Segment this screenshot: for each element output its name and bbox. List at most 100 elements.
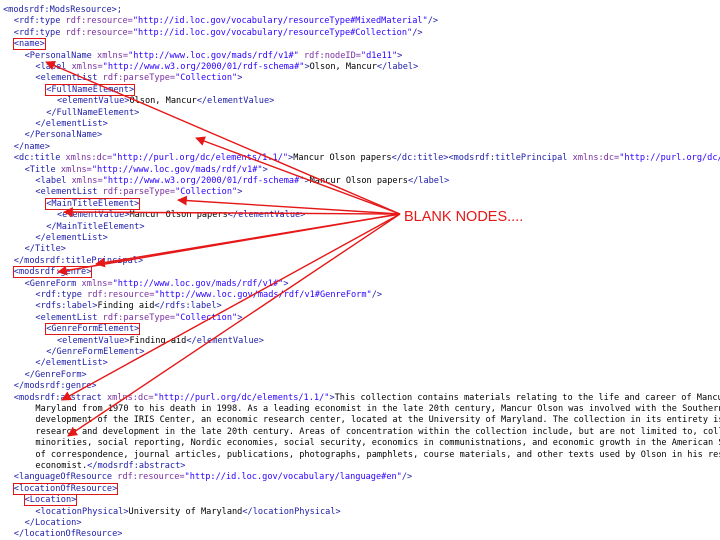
code-token: </label> bbox=[407, 176, 450, 186]
code-token: <locationPhysical> bbox=[35, 506, 129, 517]
code-token: rdf:nodeID= bbox=[298, 50, 361, 61]
code-token: </elementValue> bbox=[196, 96, 275, 107]
code-line: economist.</modsrdf:abstract> bbox=[35, 460, 185, 472]
code-token: > bbox=[397, 50, 403, 61]
code-line: </PersonalName> bbox=[25, 129, 103, 141]
code-token: /> bbox=[412, 27, 423, 38]
code-token: Maryland from 1970 to his death in 1998.… bbox=[35, 404, 720, 414]
code-token: </name> bbox=[13, 141, 51, 152]
code-token: <elementList bbox=[35, 73, 103, 84]
code-token: minorities, social reporting, Nordic eco… bbox=[35, 438, 720, 449]
code-line: </modsrdf:genre> bbox=[14, 380, 97, 392]
code-token: "d1e11" bbox=[360, 50, 398, 61]
code-line: </name> bbox=[14, 141, 50, 153]
code-line: <elementList rdf:parseType="Collection"> bbox=[35, 186, 242, 198]
code-token: Olson, Mancur bbox=[309, 62, 377, 72]
code-token: </modsrdf:abstract> bbox=[87, 461, 186, 471]
code-token: "http://id.loc.gov/vocabulary/language#e… bbox=[184, 472, 402, 483]
code-line: minorities, social reporting, Nordic eco… bbox=[35, 437, 720, 449]
code-token: <rdf:type bbox=[13, 16, 66, 27]
code-token: <elementList bbox=[35, 187, 103, 198]
code-token: "http://www.w3.org/2000/01/rdf-schema#" bbox=[102, 176, 305, 186]
code-token: <elementValue> bbox=[57, 210, 130, 221]
code-token: <rdf:type bbox=[35, 290, 88, 300]
code-token: <languageOfResource bbox=[13, 472, 118, 483]
code-token: "http://www.loc.gov/mads/rdf/v1#GenreFor… bbox=[154, 290, 372, 300]
code-token: rdf:resource= bbox=[117, 472, 185, 483]
code-token: <elementValue> bbox=[57, 96, 130, 107]
code-token: xmlns:dc= bbox=[65, 153, 113, 164]
code-token: "http://purl.org/dc/elements/1.1/" bbox=[619, 153, 720, 164]
code-token: <label bbox=[35, 176, 72, 186]
code-token: </modsrdf:titlePrincipal> bbox=[13, 255, 144, 266]
blank-nodes-annotation: BLANK NODES.... bbox=[404, 209, 524, 225]
code-line: </elementList> bbox=[35, 232, 107, 244]
code-token: <elementValue> bbox=[57, 335, 130, 346]
code-token: Mancur Olson papers bbox=[309, 176, 408, 186]
code-token: > bbox=[237, 187, 243, 198]
code-line: <elementList rdf:parseType="Collection"> bbox=[35, 312, 242, 324]
code-line: <elementValue>Finding aid</elementValue> bbox=[57, 335, 264, 347]
code-token: <elementList bbox=[35, 312, 103, 323]
code-line: <rdfs:label>Finding aid</rdfs:label> bbox=[35, 300, 221, 312]
code-line: </locationOfResource> bbox=[14, 528, 123, 540]
code-line: <rdf:type rdf:resource="http://id.loc.go… bbox=[14, 27, 423, 39]
code-token: <dc:title bbox=[13, 153, 66, 164]
code-line: <elementList rdf:parseType="Collection"> bbox=[35, 72, 242, 84]
code-line: <name> bbox=[12, 38, 46, 51]
code-line: </GenreForm> bbox=[25, 369, 87, 381]
code-token: xmlns:dc= bbox=[572, 153, 620, 164]
highlighted-node: <GenreFormElement> bbox=[45, 323, 141, 336]
code-token: rdf:parseType= bbox=[102, 73, 176, 84]
code-token: rdf:parseType= bbox=[102, 312, 176, 323]
code-line: <locationOfResource> bbox=[12, 482, 119, 495]
code-token: "Collection" bbox=[175, 312, 238, 323]
code-token: > bbox=[237, 73, 243, 84]
code-token: rdf:resource= bbox=[65, 16, 133, 27]
code-token: <rdfs:label> bbox=[35, 301, 98, 312]
code-line: <PersonalName xmlns="http://www.loc.gov/… bbox=[25, 50, 403, 62]
code-token: "http://www.w3.org/2000/01/rdf-schema#" bbox=[102, 62, 305, 72]
code-line: <elementValue>Mancur Olson papers</eleme… bbox=[57, 209, 305, 221]
code-line: <Title xmlns="http://www.loc.gov/mads/rd… bbox=[25, 164, 268, 176]
code-token: xmlns:dc= bbox=[106, 392, 154, 403]
code-token: </locationPhysical> bbox=[242, 506, 341, 517]
code-token: "http://www.loc.gov/mads/rdf/v1#" bbox=[112, 278, 284, 289]
code-line: <modsrdf:genre> bbox=[12, 266, 93, 279]
code-token: <label bbox=[35, 62, 72, 72]
code-token: rdf:parseType= bbox=[102, 187, 176, 198]
code-token: "http://purl.org/dc/elements/1.1/" bbox=[153, 392, 330, 403]
code-line: </MainTitleElement> bbox=[46, 221, 144, 233]
code-token: xmlns= bbox=[71, 62, 103, 72]
code-line: <FullNameElement> bbox=[45, 83, 136, 96]
code-line: </FullNameElement> bbox=[46, 107, 139, 119]
code-token: Mancur Olson papers bbox=[293, 153, 392, 164]
code-line: research and development in the late 20t… bbox=[35, 426, 720, 438]
code-token: Olson, Mancur bbox=[129, 96, 197, 107]
highlighted-node: <FullNameElement> bbox=[45, 83, 136, 96]
code-token: /> bbox=[401, 472, 413, 483]
code-line: <GenreForm xmlns="http://www.loc.gov/mad… bbox=[25, 278, 289, 290]
highlighted-node: <Location> bbox=[23, 494, 78, 507]
code-token: </elementValue> bbox=[227, 210, 306, 221]
code-token: ; bbox=[116, 5, 123, 15]
code-token: "Collection" bbox=[175, 187, 238, 198]
code-token: </GenreForm> bbox=[24, 369, 87, 380]
code-token: "http://purl.org/dc/elements/1.1/" bbox=[112, 153, 289, 164]
highlighted-node: <MainTitleElement> bbox=[45, 197, 141, 210]
code-token: </GenreFormElement> bbox=[46, 347, 145, 357]
code-token: <GenreForm bbox=[24, 278, 82, 289]
code-token: /> bbox=[371, 290, 383, 300]
code-token: </elementValue> bbox=[186, 335, 264, 346]
code-line: </elementList> bbox=[35, 357, 107, 369]
code-token: Finding aid bbox=[97, 301, 155, 312]
code-line: <label xmlns="http://www.w3.org/2000/01/… bbox=[35, 175, 449, 187]
code-token: </locationOfResource> bbox=[13, 529, 123, 540]
code-line: <GenreFormElement> bbox=[45, 323, 141, 336]
code-line: development of the IRIS Center, an econo… bbox=[35, 414, 720, 426]
code-token: </PersonalName> bbox=[24, 130, 103, 141]
code-line: <label xmlns="http://www.w3.org/2000/01/… bbox=[35, 61, 418, 73]
code-line: </elementList> bbox=[35, 118, 107, 130]
code-token: </elementList> bbox=[35, 233, 108, 243]
code-token: economist. bbox=[35, 461, 88, 471]
